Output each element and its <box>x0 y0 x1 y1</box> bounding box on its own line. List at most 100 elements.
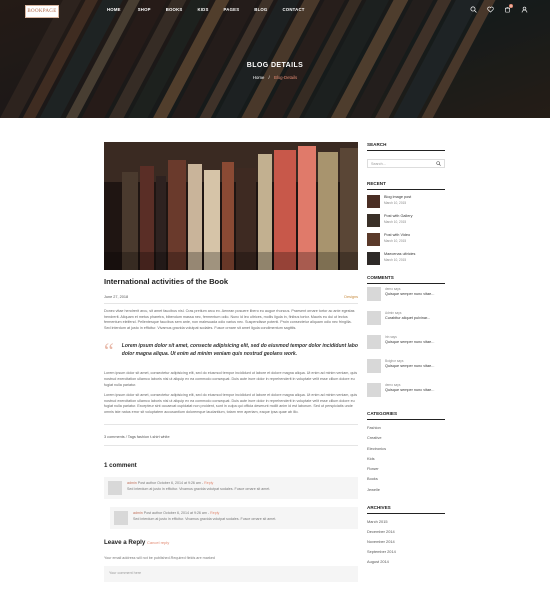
cancel-reply-link[interactable]: Cancel reply <box>147 540 169 545</box>
search-icon[interactable] <box>436 161 441 166</box>
category-link[interactable]: Fashion <box>367 425 445 435</box>
search-placeholder: Search... <box>371 161 386 166</box>
comment-item: admin Post author October 6, 2014 at 9:2… <box>104 476 358 499</box>
breadcrumb-home[interactable]: Home <box>253 75 264 80</box>
comment-author: Boighor says <box>385 359 404 363</box>
cart-button[interactable]: 0 <box>504 4 513 13</box>
comment-meta: Post author October 6, 2014 at 9:26 am <box>137 480 201 485</box>
comment-excerpt[interactable]: Quisque semper nunc vitae... <box>385 364 434 369</box>
comment-author: Admin says <box>385 311 402 315</box>
category-link[interactable]: Jewelle <box>367 487 445 497</box>
nav-item-contact[interactable]: CONTACT <box>282 7 304 12</box>
post-title: International activities of the Book <box>104 277 229 286</box>
nav-icons: 0 <box>470 4 528 13</box>
logo-text: BOOKPAGE <box>27 9 57 14</box>
comment-separator: - <box>201 480 204 485</box>
recent-comment-item[interactable]: demo says Quisque semper nunc vitae... <box>367 383 445 405</box>
quote-text: Lorem ipsum dolor sit amet, consecte adi… <box>121 343 358 357</box>
recent-post-title[interactable]: Post with Gallery <box>384 214 413 218</box>
breadcrumb: Home / Blog-Details <box>0 75 550 80</box>
recent-post-item[interactable]: Post with Gallery March 10, 2015 <box>367 214 445 233</box>
post-date: June 27, 2018 <box>104 295 129 299</box>
breadcrumb-separator: / <box>268 75 270 80</box>
comment-excerpt[interactable]: Quisque semper nunc vitae... <box>385 292 434 297</box>
search-icon[interactable] <box>470 6 477 13</box>
sidebar-comments-heading: COMMENTS <box>367 275 394 280</box>
avatar <box>367 359 381 373</box>
categories-list: Fashion Creative Electronics Kids Flower… <box>367 425 445 497</box>
category-link[interactable]: Creative <box>367 435 445 445</box>
nav-item-books[interactable]: BOOKS <box>166 7 183 12</box>
comment-author: demo says <box>385 287 401 291</box>
archive-link[interactable]: March 2015 <box>367 519 445 529</box>
reply-link[interactable]: Reply <box>204 481 213 485</box>
recent-post-title[interactable]: Maecenas ultricies <box>384 252 415 256</box>
breadcrumb-current: Blog-Details <box>273 75 298 80</box>
recent-post-title[interactable]: Blog image post <box>384 195 411 199</box>
category-link[interactable]: Kids <box>367 456 445 466</box>
comment-excerpt[interactable]: Quisque semper nunc vitae... <box>385 388 434 393</box>
post-paragraph-1: Donec vitae hendrerit arcu, sit amet fau… <box>104 309 355 330</box>
comment-textarea[interactable]: Your comment here <box>104 565 358 582</box>
sidebar-recent-heading: RECENT <box>367 181 386 186</box>
sidebar-archives-heading: ARCHIVES <box>367 505 391 511</box>
avatar <box>367 287 381 301</box>
divider <box>367 419 445 420</box>
comment-excerpt[interactable]: Quisque semper nunc vitae... <box>385 340 434 345</box>
nav-item-kids[interactable]: KIDS <box>197 7 208 12</box>
recent-post-date: March 10, 2015 <box>384 239 407 243</box>
reply-link[interactable]: Reply <box>210 511 219 515</box>
recent-post-item[interactable]: Blog image post March 10, 2015 <box>367 195 445 214</box>
recent-comment-item[interactable]: Irin says Quisque semper nunc vitae... <box>367 335 445 357</box>
sidebar-search-input[interactable]: Search... <box>367 159 445 168</box>
archive-link[interactable]: September 2014 <box>367 549 445 559</box>
avatar <box>367 335 381 349</box>
nav-item-blog[interactable]: BLOG <box>254 7 267 12</box>
required-fields-note: Your email address will not be published… <box>104 555 215 560</box>
recent-post-item[interactable]: Maecenas ultricies March 10, 2015 <box>367 252 445 266</box>
comment-author[interactable]: admin <box>127 481 137 485</box>
cart-count-badge: 0 <box>509 4 513 8</box>
leave-reply-heading: Leave a Reply Cancel reply <box>104 539 358 546</box>
heart-icon[interactable] <box>487 6 494 13</box>
recent-posts-list: Blog image post March 10, 2015 Post with … <box>367 195 445 266</box>
recent-comment-item[interactable]: Admin says Curabitur aliquet pulvinar... <box>367 311 445 333</box>
comment-reply-item: admin Post author October 6, 2014 at 9:2… <box>110 506 358 529</box>
comment-author: Irin says <box>385 335 397 339</box>
comments-heading: 1 comment <box>104 461 137 469</box>
nav-item-home[interactable]: HOME <box>107 7 121 12</box>
recent-post-title[interactable]: Post with Video <box>384 233 410 237</box>
leave-reply-title: Leave a Reply <box>104 538 146 546</box>
divider <box>367 283 445 284</box>
post-paragraph-2: Lorem ipsum dolor sit amet, consectetur … <box>104 371 358 387</box>
post-category[interactable]: Designs <box>344 295 358 299</box>
category-link[interactable]: Books <box>367 476 445 486</box>
archive-link[interactable]: November 2014 <box>367 539 445 549</box>
nav-item-shop[interactable]: SHOP <box>138 7 151 12</box>
comment-author: demo says <box>385 383 401 387</box>
category-link[interactable]: Flower <box>367 466 445 476</box>
divider <box>367 513 445 515</box>
archive-link[interactable]: August 2014 <box>367 559 445 569</box>
divider <box>104 303 358 304</box>
recent-post-item[interactable]: Post with Video March 10, 2015 <box>367 233 445 252</box>
comment-byline: admin Post author October 6, 2014 at 9:2… <box>127 481 270 485</box>
post-tags: 3 comments / Tags fashion t-shirt white <box>104 434 170 439</box>
archive-link[interactable]: December 2014 <box>367 529 445 539</box>
nav-item-pages[interactable]: PAGES <box>224 7 240 12</box>
site-logo[interactable]: BOOKPAGE <box>25 5 59 18</box>
category-link[interactable]: Electronics <box>367 446 445 456</box>
hero-banner: BOOKPAGE HOME SHOP BOOKS KIDS PAGES BLOG… <box>0 0 550 118</box>
recent-comment-item[interactable]: demo says Quisque semper nunc vitae... <box>367 287 445 309</box>
avatar <box>114 510 128 525</box>
comment-excerpt[interactable]: Curabitur aliquet pulvinar... <box>385 316 430 321</box>
post-paragraph-3: Lorem ipsum dolor sit amet, consectetur … <box>104 393 358 414</box>
comment-author[interactable]: admin <box>133 511 143 515</box>
recent-post-thumbnail <box>367 233 380 246</box>
divider <box>104 444 358 446</box>
user-icon[interactable] <box>521 6 528 13</box>
divider <box>104 423 358 425</box>
recent-comment-item[interactable]: Boighor says Quisque semper nunc vitae... <box>367 359 445 381</box>
comment-meta: Post author October 6, 2014 at 9:26 am <box>143 510 207 515</box>
recent-post-thumbnail <box>367 195 380 208</box>
